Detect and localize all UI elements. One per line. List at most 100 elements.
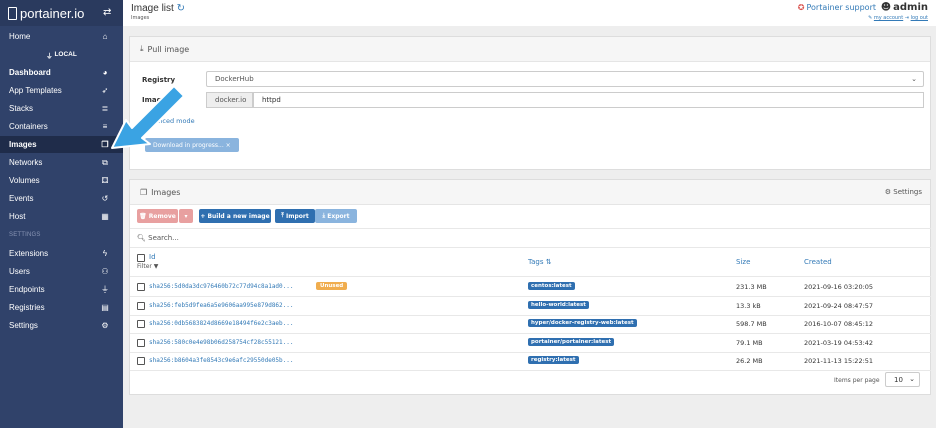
sidebar-item-images[interactable]: Images ❐ xyxy=(0,136,123,153)
sidebar-item-host[interactable]: Host ▦ xyxy=(0,208,123,225)
image-tag: portainer/portainer:latest xyxy=(528,337,615,346)
sidebar-item-volumes[interactable]: Volumes ⚃ xyxy=(0,172,123,189)
portainer-logo: portainer.io xyxy=(8,6,84,21)
registry-value: DockerHub xyxy=(215,75,254,83)
download-icon: ⤓ xyxy=(140,44,144,53)
unused-badge: Unused xyxy=(316,282,348,290)
toggle-sidebar-icon[interactable]: ⇄ xyxy=(103,7,111,18)
sidebar-item-registries[interactable]: Registries ▤ xyxy=(0,299,123,316)
table-row: sha256:580c0e4e98b06d258754cf28c55121...… xyxy=(130,334,931,353)
sidebar-item-dashboard[interactable]: Dashboard ◕ xyxy=(0,64,123,81)
page-title: Image list ↻ xyxy=(131,3,185,14)
image-tag: centos:latest xyxy=(528,282,575,290)
image-id-link[interactable]: sha256:5d0da3dc976460b72c77d94c8a1ad0... xyxy=(149,283,294,290)
page-title-text: Image list xyxy=(131,3,174,14)
cubes-icon: ⚃ xyxy=(101,176,109,185)
image-size: 13.3 kB xyxy=(736,301,761,310)
filter-button[interactable]: Filter ▼ xyxy=(137,263,158,270)
image-id-link[interactable]: sha256:feb5d9fea6a5e9606aa995e879d862... xyxy=(149,302,294,309)
user-text: admin xyxy=(893,2,928,13)
sidebar: portainer.io ⇄ Home ⌂ Dashboard ◕ App Templa… xyxy=(0,0,123,428)
sitemap-icon: ⧉ xyxy=(102,157,108,167)
images-header: ❐ Images ⚙ Settings xyxy=(130,180,930,205)
export-button[interactable]: ⤓ Export xyxy=(315,209,357,223)
my-account-link[interactable]: my account xyxy=(874,15,903,21)
image-id-link[interactable]: sha256:580c0e4e98b06d258754cf28c55121... xyxy=(149,339,294,346)
row-checkbox[interactable] xyxy=(137,301,145,310)
column-header-created[interactable]: Created xyxy=(804,258,832,266)
sidebar-item-label: Dashboard xyxy=(9,68,51,77)
column-header-size[interactable]: Size xyxy=(736,258,750,266)
sidebar-item-label: Extensions xyxy=(9,249,49,258)
support-text: Portainer support xyxy=(806,3,876,12)
row-checkbox[interactable] xyxy=(137,283,145,291)
sidebar-item-networks[interactable]: Networks ⧉ xyxy=(0,154,123,171)
column-header-tags[interactable]: Tags ⇅ xyxy=(528,258,552,266)
remove-dropdown-button[interactable]: ▾ xyxy=(179,209,193,223)
items-per-page-value: 10 xyxy=(894,375,903,384)
image-tag: hello-world:latest xyxy=(528,300,589,309)
image-name-input[interactable]: httpd xyxy=(253,92,924,108)
filter-text: Filter xyxy=(137,263,152,270)
home-icon: ⌂ xyxy=(102,32,108,41)
import-button[interactable]: ⤒ Import xyxy=(275,209,315,223)
sidebar-item-extensions[interactable]: Extensions ϟ xyxy=(0,245,123,262)
row-checkbox[interactable] xyxy=(137,357,145,365)
user-icon: ☻ xyxy=(880,2,892,13)
image-tag: hyper/docker-registry-web:latest xyxy=(528,319,637,327)
table-row: sha256:0db5683824d8669e18494f6e2c3aeb...… xyxy=(130,315,931,334)
th-icon: ▦ xyxy=(101,212,109,221)
image-id-link[interactable]: sha256:b8604a3fe8543c9e6afc29550de05b... xyxy=(149,357,294,364)
remove-button[interactable]: 🗑 Remove xyxy=(137,209,178,223)
image-created: 2021-09-24 08:47:57 xyxy=(804,301,874,310)
export-label: Export xyxy=(327,212,350,220)
row-checkbox[interactable] xyxy=(137,338,145,347)
sidebar-item-home[interactable]: Home ⌂ xyxy=(0,28,123,45)
row-divider xyxy=(130,370,931,371)
column-header-id[interactable]: Id xyxy=(149,253,156,261)
sidebar-endpoint-label: ⏚ LOCAL xyxy=(0,46,123,63)
sidebar-item-label: Events xyxy=(9,194,34,203)
user-links: ✎ my account ⇥ log out xyxy=(868,15,928,21)
endpoint-name: LOCAL xyxy=(54,51,77,58)
divider xyxy=(130,228,931,229)
download-icon: ⤓ xyxy=(322,212,326,219)
image-id-link[interactable]: sha256:0db5683824d8669e18494f6e2c3aeb... xyxy=(149,320,294,327)
image-created: 2021-09-16 03:20:05 xyxy=(804,283,874,291)
remove-label: Remove xyxy=(148,212,176,220)
plug-icon: ⏚ xyxy=(101,285,109,294)
life-ring-icon: ✪ xyxy=(797,3,805,12)
sidebar-item-label: Containers xyxy=(9,122,48,131)
plug-icon: ⏚ xyxy=(46,52,55,60)
image-size: 231.3 MB xyxy=(736,283,767,291)
image-registry-prefix: docker.io xyxy=(206,92,253,108)
cogs-icon: ⚙ xyxy=(101,321,109,330)
sidebar-item-endpoints[interactable]: Endpoints ⏚ xyxy=(0,281,123,298)
sidebar-item-label: Settings xyxy=(9,321,38,330)
table-settings-button[interactable]: ⚙ Settings xyxy=(885,188,922,196)
image-size: 26.2 MB xyxy=(736,357,763,365)
log-out-link[interactable]: log out xyxy=(911,15,928,21)
refresh-icon[interactable]: ↻ xyxy=(177,3,185,14)
sidebar-item-containers[interactable]: Containers ≡ xyxy=(0,118,123,135)
sidebar-item-events[interactable]: Events ↺ xyxy=(0,190,123,207)
sidebar-item-stacks[interactable]: Stacks ≣ xyxy=(0,100,123,117)
topbar: Image list ↻ Images ✪ Portainer support ☻… xyxy=(123,0,936,26)
divider xyxy=(130,247,931,248)
row-checkbox[interactable] xyxy=(137,320,145,328)
history-icon: ↺ xyxy=(101,194,109,203)
search-input[interactable]: 🔍︎ Search... xyxy=(137,234,179,242)
support-link[interactable]: ✪ Portainer support xyxy=(798,3,876,12)
import-label: Import xyxy=(286,212,309,220)
sidebar-item-users[interactable]: Users ⚇ xyxy=(0,263,123,280)
sidebar-item-app-templates[interactable]: App Templates ➶ xyxy=(0,82,123,99)
select-all-checkbox[interactable] xyxy=(137,254,145,262)
sidebar-item-settings[interactable]: Settings ⚙ xyxy=(0,317,123,334)
database-icon: ▤ xyxy=(101,303,109,312)
items-per-page-select[interactable]: 10 ⌄ xyxy=(885,372,920,387)
registry-select[interactable]: DockerHub ⌄ xyxy=(206,71,924,87)
build-image-button[interactable]: + Build a new image xyxy=(199,209,271,223)
search-icon: 🔍︎ xyxy=(137,234,146,242)
breadcrumb: Images xyxy=(131,15,150,21)
divider xyxy=(130,276,931,277)
